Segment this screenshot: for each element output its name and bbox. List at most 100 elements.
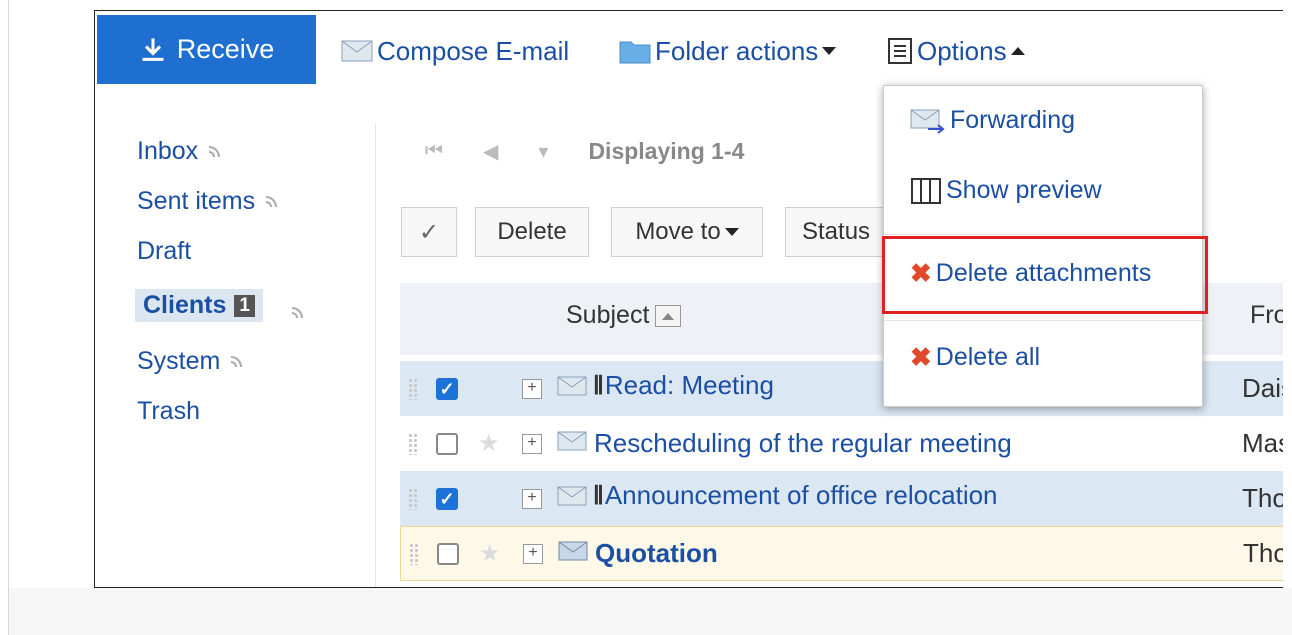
first-page-icon[interactable]: ⏮ bbox=[425, 140, 443, 163]
menu-item-show-preview[interactable]: Show preview bbox=[910, 176, 1102, 205]
rss-icon bbox=[209, 145, 221, 157]
drag-handle-icon[interactable] bbox=[408, 432, 418, 455]
subject-text: Read: Meeting bbox=[604, 369, 774, 400]
from-column-header[interactable]: From bbox=[1250, 301, 1283, 330]
menu-label: Delete all bbox=[935, 343, 1041, 371]
page-left-border bbox=[8, 0, 9, 635]
chevron-down-icon bbox=[822, 47, 837, 55]
forward-mail-icon bbox=[910, 109, 945, 134]
star-icon[interactable]: ★ bbox=[479, 539, 501, 568]
folder-inbox[interactable]: Inbox bbox=[137, 137, 222, 166]
folder-label: System bbox=[137, 347, 221, 375]
row-subject[interactable]: 𝍪Announcement of office relocation bbox=[594, 477, 998, 521]
columns-icon bbox=[911, 177, 941, 204]
row-from: Thomas bbox=[1243, 538, 1283, 568]
folder-clients[interactable]: Clients 1 bbox=[135, 289, 263, 322]
download-icon bbox=[142, 37, 164, 61]
folder-label: Sent items bbox=[137, 187, 256, 215]
menu-label: Show preview bbox=[946, 176, 1102, 204]
table-row[interactable]: ★ + Quotation Thomas bbox=[400, 526, 1283, 581]
row-checkbox[interactable]: ✓ bbox=[436, 377, 458, 400]
subject-text: Announcement of office relocation bbox=[604, 479, 998, 510]
expand-icon[interactable]: + bbox=[523, 543, 543, 564]
drag-handle-icon[interactable] bbox=[408, 377, 418, 400]
options-button[interactable]: Options bbox=[887, 33, 1025, 69]
options-label: Options bbox=[917, 35, 1007, 66]
row-checkbox[interactable] bbox=[437, 542, 459, 565]
menu-label: Forwarding bbox=[950, 106, 1076, 134]
envelope-icon bbox=[558, 541, 588, 566]
move-to-label: Move to bbox=[635, 218, 721, 245]
folder-label: Inbox bbox=[137, 137, 199, 165]
move-to-button[interactable]: Move to bbox=[611, 207, 763, 257]
receive-label: Receive bbox=[176, 34, 275, 64]
menu-item-delete-attachments[interactable]: ✖ Delete attachments bbox=[910, 258, 1151, 289]
subject-header-label: Subject bbox=[566, 301, 650, 329]
page-range-text: Displaying 1-4 bbox=[588, 137, 745, 164]
menu-separator bbox=[884, 234, 1202, 235]
prev-page-icon[interactable]: ◀ bbox=[483, 139, 498, 164]
delete-x-icon: ✖ bbox=[910, 258, 932, 288]
status-label: Status bbox=[802, 218, 871, 245]
row-from: Thomas bbox=[1242, 483, 1283, 513]
mail-window: Receive Compose E-mail Folder actions Op… bbox=[94, 10, 1283, 588]
subject-column-header[interactable]: Subject bbox=[566, 301, 682, 330]
folder-actions-label: Folder actions bbox=[655, 35, 819, 66]
row-checkbox[interactable]: ✓ bbox=[436, 487, 458, 510]
expand-icon[interactable]: + bbox=[522, 488, 542, 509]
rss-icon bbox=[265, 195, 278, 207]
row-from: Daisuke bbox=[1242, 373, 1283, 403]
page-bottom-area bbox=[9, 588, 1292, 635]
envelope-icon bbox=[557, 431, 587, 456]
folder-label: Clients bbox=[143, 291, 227, 319]
rss-icon bbox=[291, 307, 303, 319]
expand-icon[interactable]: + bbox=[522, 378, 542, 399]
row-subject[interactable]: 𝍪Read: Meeting bbox=[594, 367, 774, 411]
folder-icon bbox=[619, 38, 651, 64]
folder-system[interactable]: System bbox=[137, 347, 244, 376]
envelope-icon bbox=[557, 486, 587, 511]
row-checkbox[interactable] bbox=[436, 432, 458, 455]
folder-label: Draft bbox=[137, 237, 192, 265]
options-menu: Forwarding Show preview ✖ Delete attachm… bbox=[882, 85, 1208, 407]
folder-trash[interactable]: Trash bbox=[137, 397, 200, 426]
menu-separator bbox=[884, 320, 1202, 321]
pager: ⏮ ◀ ▾ Displaying 1-4 bbox=[425, 131, 744, 171]
status-button[interactable]: Status bbox=[785, 207, 895, 257]
expand-icon[interactable]: + bbox=[522, 433, 542, 454]
menu-item-forwarding[interactable]: Forwarding bbox=[910, 106, 1075, 135]
check-icon: ✓ bbox=[418, 218, 440, 246]
attachment-icon: 𝍪 bbox=[594, 479, 603, 510]
chevron-down-icon bbox=[724, 228, 739, 236]
compose-email-button[interactable]: Compose E-mail bbox=[341, 33, 569, 69]
next-page-icon[interactable]: ▾ bbox=[538, 139, 548, 164]
drag-handle-icon[interactable] bbox=[409, 542, 419, 565]
check-all-button[interactable]: ✓ bbox=[401, 207, 457, 257]
row-subject[interactable]: Rescheduling of the regular meeting bbox=[594, 428, 1012, 459]
row-from: Masaki bbox=[1242, 428, 1283, 458]
star-icon[interactable]: ★ bbox=[478, 429, 500, 458]
delete-button[interactable]: Delete bbox=[475, 207, 589, 257]
drag-handle-icon[interactable] bbox=[408, 487, 418, 510]
table-row[interactable]: ✓ + 𝍪Announcement of office relocation T… bbox=[400, 471, 1283, 526]
table-row[interactable]: ★ + Rescheduling of the regular meeting … bbox=[400, 416, 1283, 471]
sidebar-divider bbox=[375, 123, 376, 587]
attachment-icon: 𝍪 bbox=[594, 369, 603, 400]
receive-button[interactable]: Receive bbox=[97, 15, 316, 84]
list-icon bbox=[887, 37, 913, 65]
menu-item-delete-all[interactable]: ✖ Delete all bbox=[910, 342, 1040, 373]
row-subject[interactable]: Quotation bbox=[595, 538, 718, 569]
delete-x-icon: ✖ bbox=[910, 342, 932, 372]
sort-ascending-icon[interactable] bbox=[655, 304, 682, 327]
folder-sent-items[interactable]: Sent items bbox=[137, 187, 279, 216]
folder-draft[interactable]: Draft bbox=[137, 237, 191, 266]
envelope-icon bbox=[341, 40, 373, 62]
unread-count-badge: 1 bbox=[234, 294, 255, 317]
rss-icon bbox=[231, 355, 243, 367]
menu-label: Delete attachments bbox=[935, 259, 1152, 287]
chevron-up-icon bbox=[1010, 47, 1025, 55]
folder-actions-button[interactable]: Folder actions bbox=[619, 33, 837, 69]
compose-label: Compose E-mail bbox=[377, 35, 570, 66]
folder-label: Trash bbox=[137, 397, 200, 425]
envelope-icon bbox=[557, 376, 587, 401]
